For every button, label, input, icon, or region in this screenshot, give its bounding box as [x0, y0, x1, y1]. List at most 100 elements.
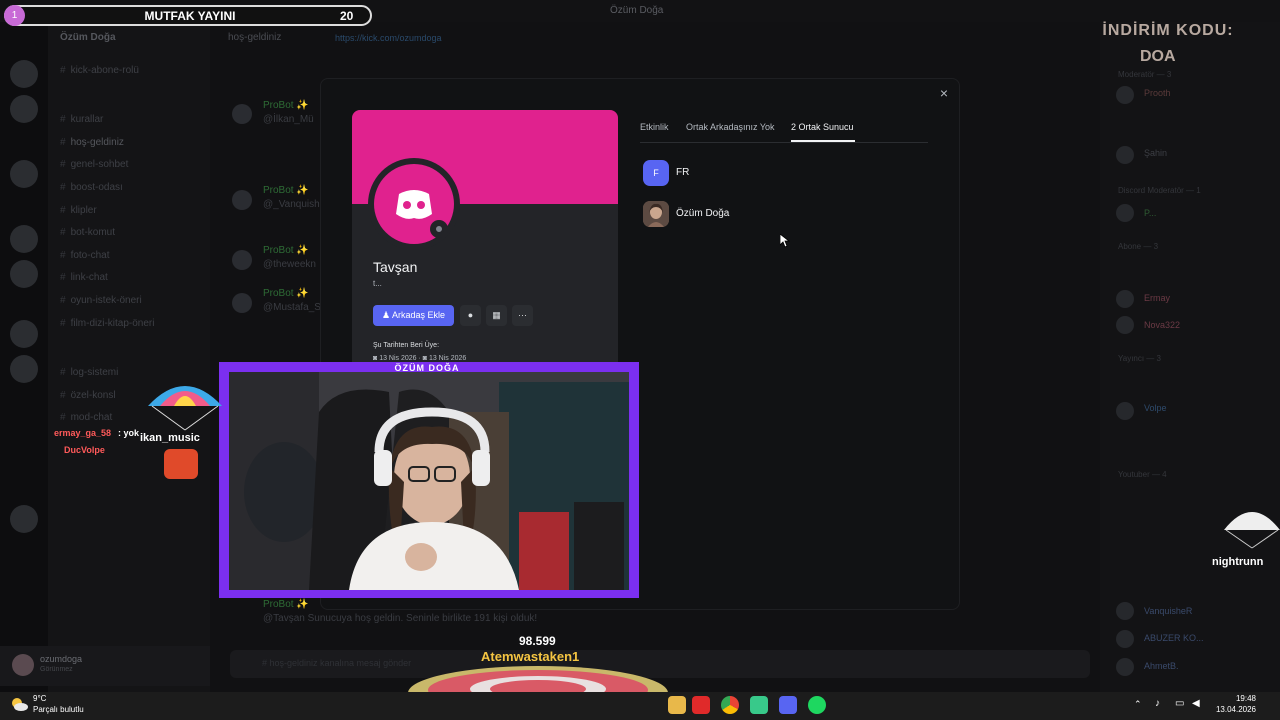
chrome-icon[interactable] — [721, 696, 739, 714]
webcam-label: ÖZÜM DOĞA — [394, 363, 460, 373]
member-name[interactable]: Nova322 — [1144, 320, 1180, 330]
weather-description[interactable]: Parçalı bulutlu — [33, 705, 84, 714]
tab-mutual-friends[interactable]: Ortak Arkadaşınız Yok — [686, 122, 775, 132]
member-avatar[interactable] — [1116, 86, 1134, 104]
user-avatar[interactable] — [12, 654, 34, 676]
network-icon[interactable]: ▭ — [1175, 698, 1184, 709]
message-text: @_Vanquish — [263, 199, 320, 210]
server-small-icon: · ◙ — [418, 355, 429, 362]
message-avatar[interactable] — [232, 250, 252, 270]
channel-item[interactable]: # genel-sohbet — [60, 159, 128, 170]
mutual-server-row[interactable] — [640, 158, 840, 188]
message-author[interactable]: ProBot ✨ — [263, 288, 309, 299]
gift-button[interactable]: ▦ — [486, 305, 507, 326]
mutual-server-name: Özüm Doğa — [676, 208, 730, 219]
channel-item[interactable]: # özel-konsl — [60, 390, 116, 401]
spotify-icon[interactable] — [808, 696, 826, 714]
member-avatar[interactable] — [1116, 146, 1134, 164]
message-button[interactable]: ● — [460, 305, 481, 326]
display-name: Tavşan — [373, 259, 418, 275]
server-icon[interactable] — [10, 320, 38, 348]
channel-item[interactable]: # boost-odası — [60, 182, 123, 193]
member-name[interactable]: VanquisheR — [1144, 606, 1192, 616]
hash-icon: # — [60, 295, 66, 306]
tab-activity[interactable]: Etkinlik — [640, 122, 669, 132]
member-name[interactable]: Şahin — [1144, 148, 1167, 158]
channel-item[interactable]: # oyun-istek-öneri — [60, 295, 142, 306]
channel-item[interactable]: # foto-chat — [60, 250, 109, 261]
hash-icon: # — [60, 114, 66, 125]
server-icon[interactable] — [10, 225, 38, 253]
server-icon[interactable] — [10, 260, 38, 288]
add-user-icon: ♟ — [381, 310, 393, 320]
server-icon[interactable] — [10, 355, 38, 383]
goal-badge: 1 — [4, 5, 25, 26]
avatar-drop-icon — [164, 449, 198, 479]
channel-item[interactable]: # mod-chat — [60, 412, 112, 423]
weather-cloud-icon[interactable] — [10, 696, 28, 712]
channel-item[interactable]: # link-chat — [60, 272, 108, 283]
member-name[interactable]: Volpe — [1144, 403, 1167, 413]
server-name[interactable]: Özüm Doğa — [60, 32, 116, 43]
microphone-icon[interactable]: ♪ — [1155, 698, 1160, 709]
weather-temperature[interactable]: 9°C — [33, 694, 46, 703]
member-name[interactable]: P... — [1144, 208, 1156, 218]
server-icon[interactable] — [10, 160, 38, 188]
message-text: @İlkan_Mü — [263, 114, 314, 125]
file-explorer-icon[interactable] — [668, 696, 686, 714]
channel-item[interactable]: # kurallar — [60, 114, 103, 125]
message-author[interactable]: ProBot ✨ — [263, 245, 309, 256]
message-avatar[interactable] — [232, 104, 252, 124]
discord-icon[interactable] — [779, 696, 797, 714]
clock-date[interactable]: 13.04.2026 — [1210, 705, 1256, 714]
add-friend-button[interactable]: ♟ Arkadaş Ekle — [373, 305, 454, 326]
member-name[interactable]: AhmetB. — [1144, 661, 1179, 671]
channel-topic-link[interactable]: https://kick.com/ozumdoga — [335, 33, 442, 43]
user-name: ozumdoga — [40, 654, 83, 664]
channel-item[interactable]: # klipler — [60, 205, 97, 216]
landing-score: 98.599 — [519, 634, 556, 648]
member-avatar[interactable] — [1116, 290, 1134, 308]
channel-item[interactable]: # kick-abone-rolü — [60, 65, 139, 76]
message-author[interactable]: ProBot ✨ — [263, 100, 309, 111]
volume-icon[interactable]: ◀ — [1192, 698, 1200, 709]
channel-item[interactable]: # bot-komut — [60, 227, 115, 238]
member-avatar[interactable] — [1116, 402, 1134, 420]
server-icon[interactable] — [10, 60, 38, 88]
member-avatar[interactable] — [1116, 602, 1134, 620]
user-status: Görünmez — [40, 666, 73, 673]
message-text: @Tavşan Sunucuya hoş geldin. Seninle bir… — [263, 613, 538, 624]
member-avatar[interactable] — [1116, 204, 1134, 222]
youtube-icon[interactable] — [692, 696, 710, 714]
channel-item[interactable]: # film-dizi-kitap-öneri — [60, 318, 154, 329]
channel-item[interactable]: # log-sistemi — [60, 367, 118, 378]
tab-mutual-servers[interactable]: 2 Ortak Sunucu — [791, 122, 854, 132]
server-icon[interactable] — [10, 505, 38, 533]
gift-icon: ▦ — [492, 310, 501, 320]
member-avatar[interactable] — [1116, 630, 1134, 648]
member-name[interactable]: ABUZER KO... — [1144, 633, 1204, 643]
close-button[interactable]: × — [936, 85, 952, 101]
more-options-button[interactable]: ··· — [512, 305, 533, 326]
member-avatar[interactable] — [1116, 316, 1134, 334]
member-name[interactable]: Prooth — [1144, 88, 1171, 98]
message-author[interactable]: ProBot ✨ — [263, 599, 309, 610]
mutual-server-row[interactable] — [640, 199, 840, 229]
message-avatar[interactable] — [232, 293, 252, 313]
app-icon[interactable] — [750, 696, 768, 714]
member-group-header: Moderatör — 3 — [1118, 70, 1172, 79]
server-icon[interactable] — [10, 95, 38, 123]
message-author[interactable]: ProBot ✨ — [263, 185, 309, 196]
clock-time[interactable]: 19:48 — [1216, 694, 1256, 703]
parachute-icon — [148, 386, 222, 431]
member-avatar[interactable] — [1116, 658, 1134, 676]
window-title: Özüm Doğa — [610, 5, 664, 16]
member-name[interactable]: Ermay — [1144, 293, 1170, 303]
channel-item[interactable]: # hoş-geldiniz — [60, 137, 124, 148]
hash-icon: # — [60, 65, 66, 76]
chevron-up-icon[interactable]: ⌃ — [1134, 699, 1142, 710]
offline-status-icon — [434, 224, 444, 234]
message-text: @theweekn — [263, 259, 316, 270]
profile-card: Tavşan t... ♟ Arkadaş Ekle ● ▦ ··· Şu Ta… — [352, 110, 618, 370]
message-avatar[interactable] — [232, 190, 252, 210]
